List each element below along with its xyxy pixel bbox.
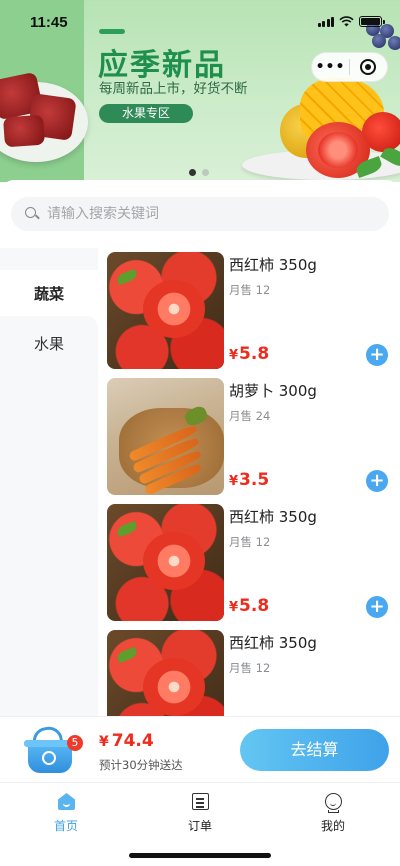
add-to-cart-button[interactable]: + (366, 344, 388, 366)
cart-count-badge: 5 (67, 735, 83, 751)
banner-accent-dash (99, 29, 125, 34)
price-value: 5.8 (239, 344, 270, 364)
tab-label: 订单 (187, 819, 212, 833)
banner-pagination (189, 169, 209, 176)
product-name: 西红柿 350g (229, 256, 317, 274)
product-name: 西红柿 350g (229, 634, 317, 652)
battery-icon (359, 16, 385, 27)
pagination-dot-active[interactable] (189, 169, 196, 176)
search-icon (25, 207, 39, 221)
product-card[interactable]: 西红柿 350g 月售 12 ¥5.8 + (98, 500, 400, 625)
cart-total-value: 74.4 (111, 731, 154, 751)
target-close-icon (360, 59, 377, 75)
profile-icon (325, 793, 342, 810)
product-card[interactable]: 西红柿 350g 月售 12 ¥5.8 + (98, 248, 400, 373)
sidebar-top-spacer (0, 248, 98, 270)
order-list-icon (192, 793, 209, 810)
product-image-tomato[interactable] (107, 252, 224, 369)
product-monthly-sales: 月售 12 (229, 535, 271, 549)
tab-profile[interactable]: 我的 (293, 791, 373, 835)
add-to-cart-button[interactable]: + (366, 470, 388, 492)
product-image-carrot[interactable] (107, 378, 224, 495)
search-bar[interactable] (11, 197, 389, 231)
product-price: ¥5.8 (229, 596, 269, 616)
currency-symbol: ¥ (229, 348, 239, 363)
tab-label: 我的 (320, 819, 345, 833)
tab-label: 首页 (53, 819, 78, 833)
product-name: 胡萝卜 300g (229, 382, 317, 400)
currency-symbol: ¥ (229, 600, 239, 615)
currency-symbol: ¥ (99, 734, 109, 750)
sidebar-item-fruit[interactable]: 水果 (0, 320, 98, 368)
product-monthly-sales: 月售 12 (229, 661, 271, 675)
home-indicator (129, 853, 271, 858)
product-card[interactable]: 西红柿 350g 月售 12 (98, 626, 400, 720)
banner-subtitle: 每周新品上市，好货不断 (99, 81, 248, 97)
product-image-tomato[interactable] (107, 630, 224, 720)
delivery-eta: 预计30分钟送达 (99, 758, 183, 772)
tomato-flesh-image (318, 132, 358, 168)
checkout-button[interactable]: 去结算 (240, 729, 389, 771)
meat-image (3, 114, 45, 148)
miniprogram-capsule: ••• (311, 52, 388, 82)
currency-symbol: ¥ (229, 474, 239, 489)
status-icons (317, 16, 385, 27)
tab-home[interactable]: 首页 (26, 791, 106, 835)
price-value: 5.8 (239, 596, 270, 616)
shopping-basket-icon[interactable]: 5 (22, 724, 83, 777)
tab-orders[interactable]: 订单 (160, 791, 240, 835)
product-card[interactable]: 胡萝卜 300g 月售 24 ¥3.5 + (98, 374, 400, 499)
pagination-dot[interactable] (202, 169, 209, 176)
product-monthly-sales: 月售 12 (229, 283, 271, 297)
close-miniprogram-button[interactable] (350, 52, 387, 82)
sidebar-item-vegetables[interactable]: 蔬菜 (0, 270, 98, 318)
search-input[interactable] (47, 206, 347, 222)
product-image-tomato[interactable] (107, 504, 224, 621)
home-icon (58, 793, 75, 810)
cellular-signal-icon (317, 16, 334, 27)
profile-icon-base (328, 810, 339, 813)
more-options-icon[interactable]: ••• (312, 52, 349, 82)
product-list: 西红柿 350g 月售 12 ¥5.8 + 胡萝卜 300g 月售 24 ¥3.… (98, 248, 400, 720)
product-name: 西红柿 350g (229, 508, 317, 526)
product-price: ¥3.5 (229, 470, 269, 490)
wifi-icon (339, 16, 354, 27)
product-price: ¥5.8 (229, 344, 269, 364)
banner-fruit-zone-tag[interactable]: 水果专区 (99, 104, 193, 123)
product-monthly-sales: 月售 24 (229, 409, 271, 423)
price-value: 3.5 (239, 470, 270, 490)
cart-bar: 5 ¥74.4 预计30分钟送达 去结算 (0, 716, 400, 782)
add-to-cart-button[interactable]: + (366, 596, 388, 618)
status-time: 11:45 (30, 14, 68, 31)
cart-total: ¥74.4 (99, 731, 154, 751)
